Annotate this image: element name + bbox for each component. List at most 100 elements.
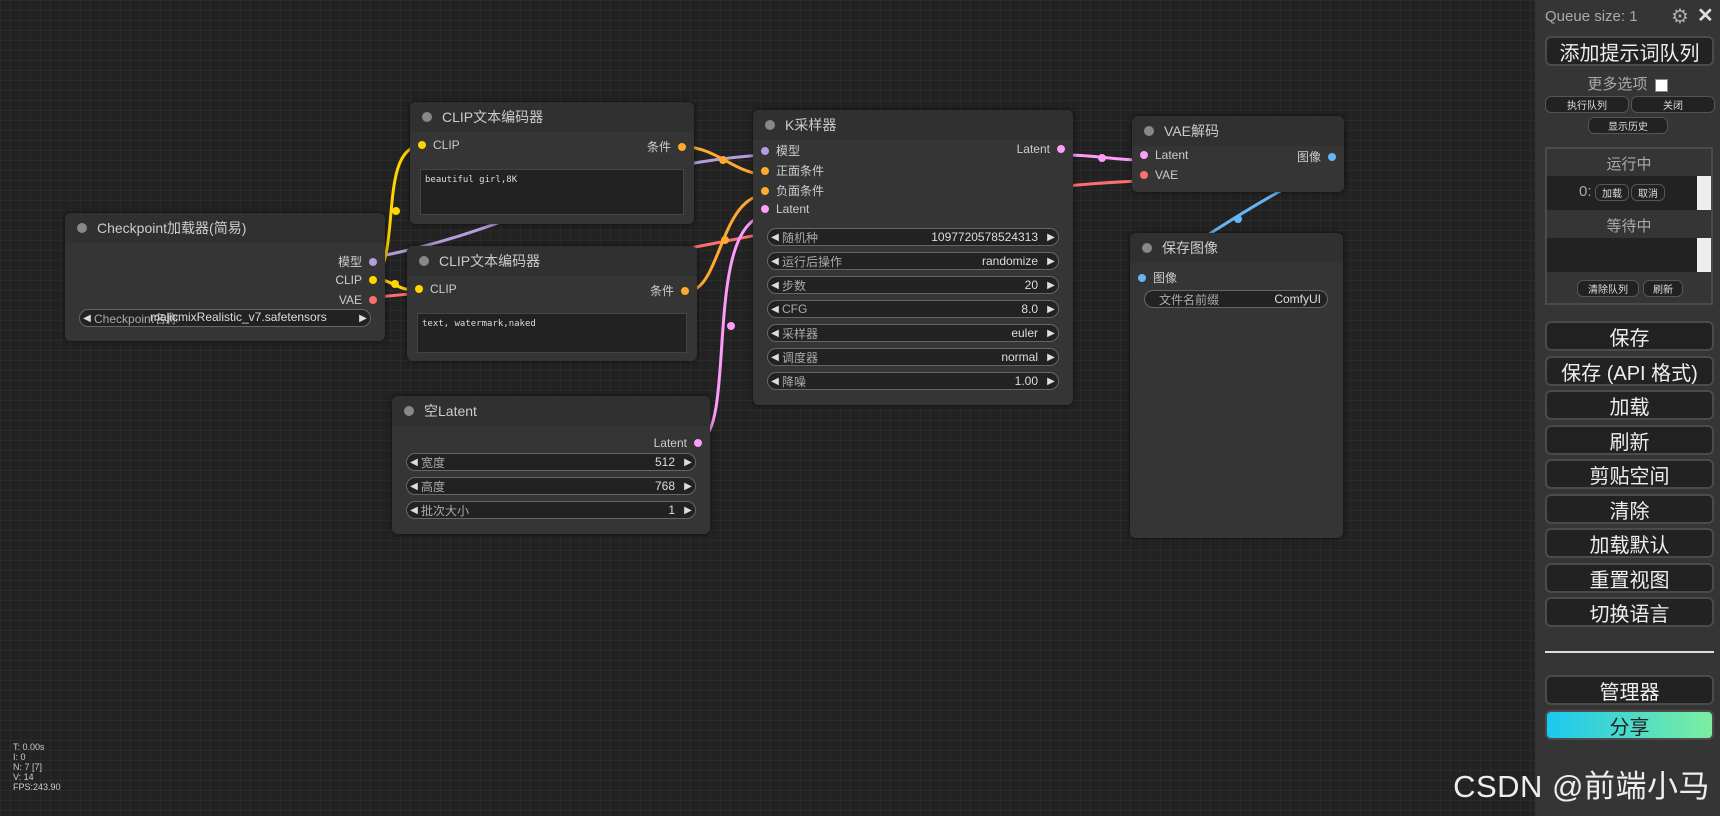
height-widget[interactable]: ◀ 高度 768 ▶ (406, 477, 696, 495)
seed-widget[interactable]: ◀ 随机种 1097720578524313 ▶ (767, 228, 1059, 246)
prev-arrow-icon[interactable]: ◀ (407, 505, 421, 516)
slot-row[interactable]: Latent 图像 (1132, 146, 1344, 166)
output-slot-clip[interactable]: CLIP (65, 271, 385, 291)
steps-widget[interactable]: ◀ 步数 20 ▶ (767, 276, 1059, 294)
refresh-queue-button[interactable]: 刷新 (1643, 280, 1683, 297)
load-button[interactable]: 加载 (1545, 390, 1714, 420)
sampler-widget[interactable]: ◀ 采样器 euler ▶ (767, 324, 1059, 342)
output-dot[interactable] (369, 296, 377, 304)
slot-row[interactable]: VAE (1132, 166, 1344, 186)
width-widget[interactable]: ◀ 宽度 512 ▶ (406, 453, 696, 471)
clipspace-button[interactable]: 剪贴空间 (1545, 459, 1714, 489)
prev-arrow-icon[interactable]: ◀ (768, 280, 782, 291)
next-arrow-icon[interactable]: ▶ (1044, 376, 1058, 387)
node-collapse-dot[interactable] (77, 223, 87, 233)
node-empty-latent[interactable]: 空Latent Latent ◀ 宽度 512 ▶ ◀ 高度 768 ▶ ◀ 批次大小 1 ▶ (392, 396, 710, 534)
next-arrow-icon[interactable]: ▶ (1044, 232, 1058, 243)
prompt-textarea[interactable]: beautiful girl,8K (420, 169, 684, 215)
output-dot[interactable] (678, 142, 686, 151)
input-dot[interactable] (761, 166, 769, 175)
node-checkpoint-loader[interactable]: Checkpoint加载器(简易) 模型 CLIP VAE ◀ Checkpoi… (65, 213, 385, 341)
output-dot[interactable] (369, 276, 377, 284)
scheduler-widget[interactable]: ◀ 调度器 normal ▶ (767, 348, 1059, 366)
refresh-button[interactable]: 刷新 (1545, 425, 1714, 455)
clear-queue-button[interactable]: 清除队列 (1577, 280, 1639, 297)
scrollbar[interactable] (1697, 238, 1711, 272)
input-dot[interactable] (1138, 273, 1146, 282)
control-after-generate-widget[interactable]: ◀ 运行后操作 randomize ▶ (767, 252, 1059, 270)
prev-arrow-icon[interactable]: ◀ (80, 313, 94, 324)
prev-arrow-icon[interactable]: ◀ (768, 328, 782, 339)
more-options-checkbox[interactable] (1654, 78, 1668, 92)
prev-arrow-icon[interactable]: ◀ (768, 232, 782, 243)
next-arrow-icon[interactable]: ▶ (1044, 256, 1058, 267)
gear-icon[interactable]: ⚙ (1671, 4, 1689, 29)
ckpt-name-combo[interactable]: ◀ Checkpoint名称 majicmixRealistic_v7.safe… (79, 309, 371, 327)
next-arrow-icon[interactable]: ▶ (356, 313, 370, 324)
output-dot[interactable] (369, 257, 377, 266)
node-collapse-dot[interactable] (1142, 243, 1152, 253)
exec-queue-button[interactable]: 执行队列 (1545, 96, 1629, 113)
scrollbar[interactable] (1697, 176, 1711, 210)
node-clip-negative[interactable]: CLIP文本编码器 CLIP 条件 text, watermark,naked (407, 246, 697, 361)
save-button[interactable]: 保存 (1545, 321, 1714, 351)
show-history-button[interactable]: 显示历史 (1588, 117, 1668, 134)
next-arrow-icon[interactable]: ▶ (1044, 328, 1058, 339)
input-dot[interactable] (415, 285, 423, 293)
input-dot[interactable] (1140, 151, 1148, 159)
prev-arrow-icon[interactable]: ◀ (768, 256, 782, 267)
output-dot[interactable] (694, 439, 702, 447)
cfg-widget[interactable]: ◀ CFG 8.0 ▶ (767, 300, 1059, 318)
slot-row[interactable]: CLIP 条件 (410, 136, 694, 156)
manager-button[interactable]: 管理器 (1545, 675, 1714, 705)
next-arrow-icon[interactable]: ▶ (1044, 352, 1058, 363)
save-api-button[interactable]: 保存 (API 格式) (1545, 356, 1714, 386)
next-arrow-icon[interactable]: ▶ (1044, 280, 1058, 291)
next-arrow-icon[interactable]: ▶ (1044, 304, 1058, 315)
node-ksampler[interactable]: K采样器 模型 Latent 正面条件 负面条件 Latent ◀ 随机种 1097… (753, 110, 1073, 405)
node-clip-positive[interactable]: CLIP文本编码器 CLIP 条件 beautiful girl,8K (410, 102, 694, 224)
reset-view-button[interactable]: 重置视图 (1545, 563, 1714, 593)
slot-row[interactable]: CLIP 条件 (407, 280, 697, 300)
clear-button[interactable]: 清除 (1545, 494, 1714, 524)
node-collapse-dot[interactable] (1144, 126, 1154, 136)
prev-arrow-icon[interactable]: ◀ (768, 376, 782, 387)
input-dot[interactable] (761, 186, 769, 195)
more-options-row[interactable]: 更多选项 (1535, 73, 1720, 94)
node-collapse-dot[interactable] (419, 256, 429, 266)
close-options-button[interactable]: 关闭 (1631, 96, 1715, 113)
next-arrow-icon[interactable]: ▶ (681, 481, 695, 492)
prev-arrow-icon[interactable]: ◀ (407, 457, 421, 468)
output-slot-model[interactable]: 模型 (65, 251, 385, 271)
filename-prefix-widget[interactable]: 文件名前缀 ComfyUI (1144, 290, 1328, 308)
slot-row[interactable]: 负面条件 (753, 180, 1073, 200)
denoise-widget[interactable]: ◀ 降噪 1.00 ▶ (767, 372, 1059, 390)
slot-row[interactable]: Latent (753, 200, 1073, 220)
node-save-image[interactable]: 保存图像 图像 文件名前缀 ComfyUI (1130, 233, 1343, 538)
next-arrow-icon[interactable]: ▶ (681, 505, 695, 516)
queue-prompt-button[interactable]: 添加提示词队列 (1545, 36, 1714, 66)
close-icon[interactable]: ✕ (1697, 3, 1714, 28)
slot-row[interactable]: 正面条件 (753, 160, 1073, 180)
input-dot[interactable] (1140, 171, 1148, 179)
prompt-textarea[interactable]: text, watermark,naked (417, 313, 687, 353)
slot-row[interactable]: 模型 Latent (753, 140, 1073, 160)
output-dot[interactable] (1328, 152, 1336, 161)
node-collapse-dot[interactable] (404, 406, 414, 416)
batch-size-widget[interactable]: ◀ 批次大小 1 ▶ (406, 501, 696, 519)
prev-arrow-icon[interactable]: ◀ (407, 481, 421, 492)
node-vae-decode[interactable]: VAE解码 Latent 图像 VAE (1132, 116, 1344, 192)
switch-language-button[interactable]: 切换语言 (1545, 597, 1714, 627)
next-arrow-icon[interactable]: ▶ (681, 457, 695, 468)
input-dot[interactable] (418, 141, 426, 149)
input-dot[interactable] (761, 205, 769, 213)
load-default-button[interactable]: 加载默认 (1545, 528, 1714, 558)
cancel-item-button[interactable]: 取消 (1631, 184, 1665, 201)
output-dot[interactable] (681, 286, 689, 295)
prev-arrow-icon[interactable]: ◀ (768, 304, 782, 315)
output-slot-vae[interactable]: VAE (65, 291, 385, 311)
node-collapse-dot[interactable] (422, 112, 432, 122)
share-button[interactable]: 分享 (1545, 710, 1714, 740)
output-slot-latent[interactable]: Latent (392, 434, 710, 454)
node-collapse-dot[interactable] (765, 120, 775, 130)
